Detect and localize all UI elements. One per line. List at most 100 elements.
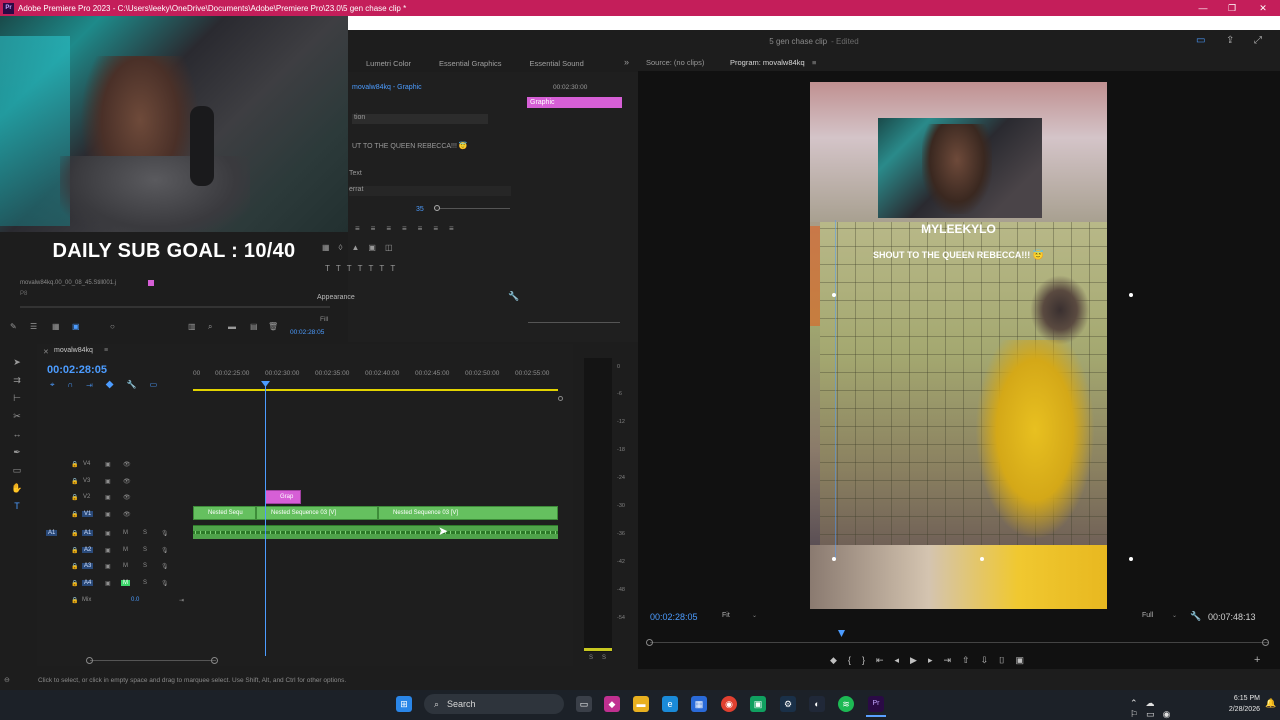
timeline-scroll-top[interactable] [558,396,563,401]
video-clip-nested-c[interactable]: Nested Sequence 03 [V] [378,506,558,520]
new-item-icon[interactable]: ▤ [250,322,258,331]
tab-essential-graphics[interactable]: Essential Graphics [427,59,514,68]
premiere-taskbar-icon[interactable]: Pr [868,696,884,712]
type-tool-icon[interactable]: T [10,500,24,512]
solo-button[interactable]: S [143,547,147,553]
app-icon-2[interactable]: ◐ [809,696,825,712]
find-icon[interactable]: ⌕ [208,322,212,332]
add-button-icon[interactable]: + [1254,654,1260,666]
solo-button[interactable]: S [143,580,147,586]
mic-icon[interactable]: 🎙 [161,530,169,537]
lock-icon[interactable]: 🔒 [71,511,78,518]
track-label[interactable]: A2 [82,547,94,553]
mix-expand-icon[interactable]: ⇥ [179,597,184,604]
icon-view-icon[interactable]: ▦ [52,322,60,331]
lock-icon[interactable]: 🔒 [71,580,78,587]
lift-icon[interactable]: ⇧ [962,655,970,666]
store-icon[interactable]: ▦ [691,696,707,712]
playhead-line[interactable] [265,384,266,656]
windows-start-icon[interactable]: ⊞ [396,696,412,712]
resolution-select[interactable]: Full [1142,612,1153,619]
pencil-icon[interactable]: ✎ [10,322,17,331]
minimize-button[interactable]: — [1188,0,1218,16]
graphic-clip[interactable]: Graphic [527,97,622,108]
list-view-icon[interactable]: ☰ [30,322,37,331]
lock-icon[interactable]: 🔒 [71,461,78,468]
track-label[interactable]: V1 [82,511,94,517]
mark-out-icon[interactable]: } [862,655,865,665]
notification-icon[interactable]: 🔔 [1265,698,1276,709]
eye-icon[interactable]: 👁 [123,511,131,518]
lock-icon[interactable]: 🔒 [71,494,78,501]
mute-button[interactable]: M [123,547,128,553]
trash-icon[interactable]: 🗑 [268,322,278,331]
comparison-view-icon[interactable]: ▣ [1016,655,1025,666]
sync-icon[interactable]: ▣ [105,494,111,501]
export-frame-icon[interactable]: ⌷ [999,655,1004,666]
step-back-icon[interactable]: ◂ [895,655,900,666]
time-ruler[interactable]: 00 00:02:25:00 00:02:30:00 00:02:35:00 0… [193,370,561,390]
timeline-timecode[interactable]: 00:02:28:05 [47,364,107,376]
work-area-bar[interactable] [193,389,558,391]
video-clip-nested-b[interactable]: Nested Sequence 03 [V] [256,506,378,520]
settings-wrench-icon[interactable]: 🔧 [1190,611,1201,622]
eye-icon[interactable]: 👁 [123,478,131,485]
transform-handle[interactable] [980,557,984,561]
track-label[interactable]: A3 [82,563,94,569]
selection-tool-icon[interactable]: ➤ [10,356,24,368]
rectangle-tool-icon[interactable]: ▭ [10,464,24,476]
mic-icon[interactable]: 🎙 [161,580,169,587]
font-select[interactable]: errat [349,186,511,196]
steam-icon[interactable]: ⚙ [780,696,796,712]
share-icon[interactable]: ⇪ [1226,35,1234,46]
mix-value[interactable]: 0.0 [131,597,139,603]
text-metrics-row[interactable]: ▦◊▲▣◫ [322,243,512,255]
slip-tool-icon[interactable]: ↔ [10,428,24,440]
graphic-clip-timeline[interactable]: Grap [265,490,301,504]
text-layer-row[interactable]: UT TO THE QUEEN REBECCA!!! 😇 [352,142,468,150]
sync-icon[interactable]: ▣ [105,563,111,570]
tab-lumetri-color[interactable]: Lumetri Color [354,59,423,68]
transform-handle[interactable] [1129,557,1133,561]
chevron-down-icon[interactable]: ⌄ [752,612,757,619]
chevron-down-icon[interactable]: ⌄ [1172,612,1177,619]
add-marker-icon[interactable]: ◆ [830,655,837,666]
effect-row[interactable]: tion [352,114,488,124]
zoom-handle-left[interactable] [86,657,93,664]
timeline-zoom-bar[interactable] [90,660,216,661]
spotify-icon[interactable]: ≋ [838,696,854,712]
effect-zoom-bar[interactable] [528,322,620,323]
timebar-start[interactable] [646,639,653,646]
align-buttons[interactable]: ≡≡≡≡≡≡≡ [355,224,515,236]
sync-icon[interactable]: ▣ [105,580,111,587]
workspace-icon[interactable]: ▭ [1196,35,1205,46]
sync-icon[interactable]: ▣ [105,530,111,537]
text-style-row[interactable]: TTTTTTT [325,264,515,276]
zoom-slider[interactable]: ○ [110,322,115,331]
track-label[interactable]: A4 [82,580,94,586]
sync-icon[interactable]: ▣ [105,478,111,485]
extract-icon[interactable]: ⇩ [981,655,989,666]
solo-right[interactable]: S [602,655,606,661]
lock-icon[interactable]: 🔒 [71,597,78,604]
sync-icon[interactable]: ▣ [105,547,111,554]
project-scroll[interactable] [20,306,330,308]
more-tabs-icon[interactable]: » [624,57,629,67]
tab-source[interactable]: Source: (no clips) [646,58,704,67]
lock-icon[interactable]: 🔒 [71,547,78,554]
sync-icon[interactable]: ▣ [105,511,111,518]
video-clip-nested-a[interactable]: Nested Sequ [193,506,256,520]
tab-essential-sound[interactable]: Essential Sound [518,59,596,68]
step-forward-icon[interactable]: ▸ [928,655,933,666]
timeline-toolbar[interactable]: ⌖∩⇥◆🔧▭ [50,380,180,390]
lock-icon[interactable]: 🔒 [71,530,78,537]
solo-button[interactable]: S [143,563,147,569]
mic-icon[interactable]: 🎙 [161,563,169,570]
taskbar-search[interactable]: ⌕ Search [424,694,564,714]
sequence-tab[interactable]: movalw84kq [54,347,93,354]
close-button[interactable]: ✕ [1248,0,1278,16]
automate-icon[interactable]: ▥ [188,322,196,331]
solo-left[interactable]: S [589,655,593,661]
ripple-edit-tool-icon[interactable]: ⊢ [10,392,24,404]
tab-program[interactable]: Program: movalw84kq [730,58,805,67]
